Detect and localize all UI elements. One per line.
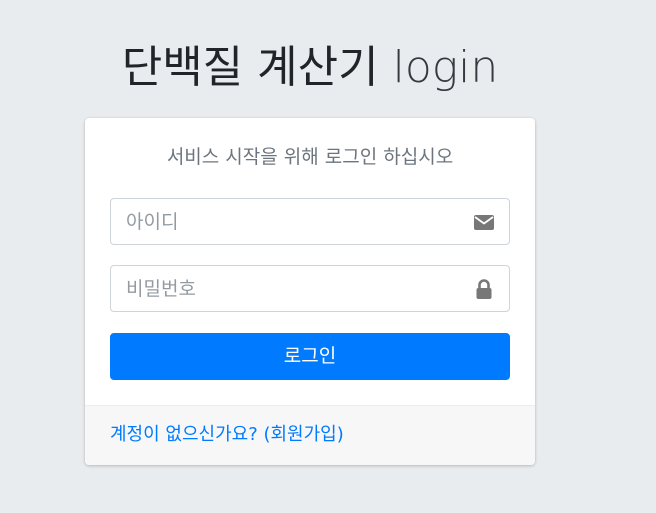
logo-sub-text: login [392, 42, 499, 93]
login-box-message: 서비스 시작을 위해 로그인 하십시오 [166, 146, 454, 168]
login-card: 서비스 시작을 위해 로그인 하십시오 로그인 계정이 없으신가요? (회원가입… [85, 118, 535, 465]
login-card-body: 서비스 시작을 위해 로그인 하십시오 로그인 [85, 118, 535, 405]
lock-icon [476, 279, 492, 299]
login-page: 단백질 계산기 login 서비스 시작을 위해 로그인 하십시오 로그인 [0, 0, 656, 513]
password-input-group [110, 265, 510, 312]
password-input[interactable] [111, 266, 466, 311]
id-input-group [110, 198, 510, 245]
id-input[interactable] [111, 199, 466, 244]
login-card-footer: 계정이 없으신가요? (회원가입) [85, 405, 535, 465]
envelope-icon [474, 215, 494, 230]
page-logo: 단백질 계산기 login [0, 38, 620, 98]
login-button[interactable]: 로그인 [110, 333, 510, 380]
logo-main-text: 단백질 계산기 [121, 42, 379, 93]
signup-link[interactable]: 계정이 없으신가요? (회원가입) [110, 422, 344, 448]
